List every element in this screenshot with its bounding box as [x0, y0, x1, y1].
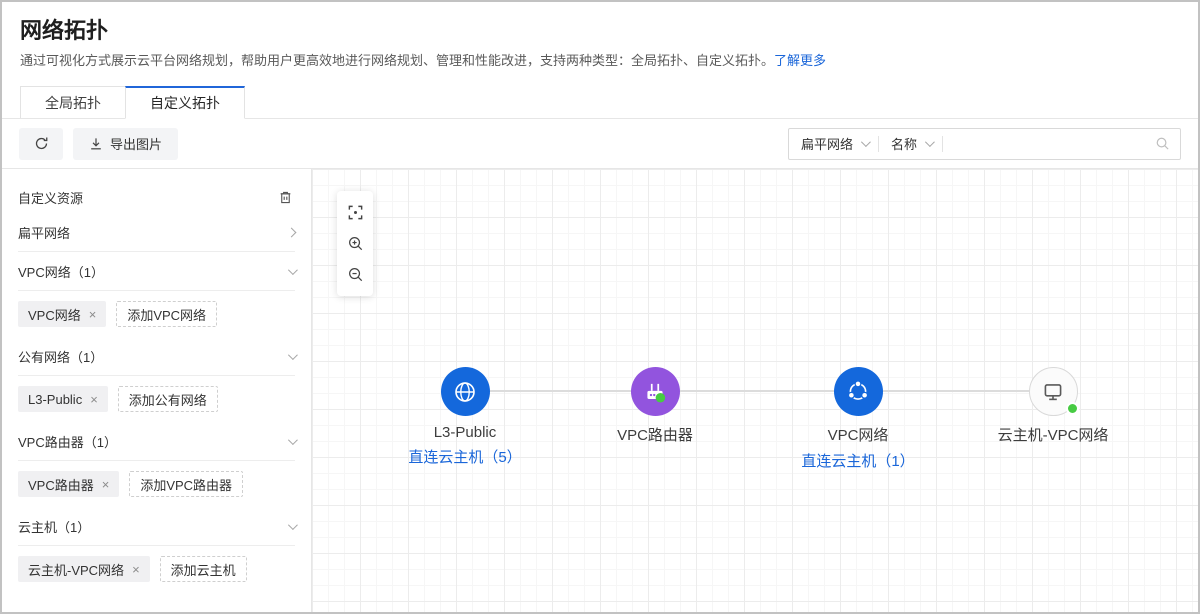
node-vpc-network: VPC网络 直连云主机（1）: [768, 367, 948, 471]
sidebar-section-flat-network[interactable]: 扁平网络: [18, 213, 295, 252]
section-items-public-network: L3-Public × 添加公有网络: [18, 376, 295, 422]
status-running-dot: [1066, 402, 1079, 415]
vm-node[interactable]: [1029, 367, 1078, 416]
router-icon: [642, 379, 668, 405]
page-description-text: 通过可视化方式展示云平台网络规划，帮助用户更高效地进行网络规划、管理和性能改进，…: [20, 53, 774, 68]
vm-monitor-icon: [1040, 379, 1066, 405]
tag-label: VPC网络: [28, 305, 81, 324]
chevron-down-icon: [288, 265, 298, 275]
add-vpc-router-button[interactable]: 添加VPC路由器: [129, 471, 243, 497]
public-network-node[interactable]: [441, 367, 490, 416]
node-vpc-router: VPC路由器: [565, 367, 745, 445]
toolbar-right: 扁平网络 名称: [788, 128, 1181, 160]
search-field-value: 名称: [891, 134, 917, 153]
tab-label: 全局拓扑: [45, 93, 101, 113]
export-image-label: 导出图片: [110, 134, 162, 153]
zoom-out-button[interactable]: [339, 259, 371, 290]
search-bar: 扁平网络 名称: [788, 128, 1181, 160]
resource-tag[interactable]: 云主机-VPC网络 ×: [18, 556, 150, 582]
tab-global-topology[interactable]: 全局拓扑: [20, 86, 126, 119]
node-vm: 云主机-VPC网络: [963, 367, 1143, 445]
tab-custom-topology[interactable]: 自定义拓扑: [125, 86, 245, 119]
chevron-down-icon: [288, 520, 298, 530]
tag-label: L3-Public: [28, 392, 82, 407]
sidebar-section-vpc-network[interactable]: VPC网络（1）: [18, 252, 295, 291]
chevron-right-icon: [287, 227, 297, 237]
tab-label: 自定义拓扑: [150, 93, 220, 113]
sidebar-title: 自定义资源: [18, 188, 83, 207]
tag-label: VPC路由器: [28, 475, 94, 494]
clear-resources-button[interactable]: [276, 188, 295, 207]
sidebar-section-vm[interactable]: 云主机（1）: [18, 507, 295, 546]
refresh-button[interactable]: [19, 128, 63, 160]
search-icon: [1155, 136, 1170, 151]
zoom-in-icon: [347, 235, 364, 252]
section-label: VPC路由器（1）: [18, 432, 117, 451]
node-label: 云主机-VPC网络: [998, 424, 1109, 445]
page-header: 网络拓扑 通过可视化方式展示云平台网络规划，帮助用户更高效地进行网络规划、管理和…: [2, 2, 1198, 69]
search-button[interactable]: [1145, 136, 1180, 151]
search-field-select[interactable]: 名称: [879, 129, 942, 159]
node-public-network: L3-Public 直连云主机（5）: [375, 367, 555, 467]
vpc-network-node[interactable]: [834, 367, 883, 416]
download-icon: [89, 137, 103, 151]
node-label: VPC路由器: [617, 424, 693, 445]
toolbar: 导出图片 扁平网络 名称: [2, 119, 1198, 169]
add-vpc-network-button[interactable]: 添加VPC网络: [116, 301, 217, 327]
chevron-down-icon: [288, 350, 298, 360]
resource-type-value: 扁平网络: [801, 134, 853, 153]
vpc-network-icon: [845, 379, 871, 405]
chevron-down-icon: [861, 137, 871, 147]
resource-type-select[interactable]: 扁平网络: [789, 129, 878, 159]
topology-canvas[interactable]: L3-Public 直连云主机（5） VPC路由器: [312, 169, 1198, 612]
vpc-router-node[interactable]: [631, 367, 680, 416]
add-vm-button[interactable]: 添加云主机: [160, 556, 247, 582]
attached-vm-link[interactable]: 直连云主机（5）: [408, 446, 521, 467]
fit-view-icon: [347, 204, 364, 221]
section-label: 云主机（1）: [18, 517, 90, 536]
sidebar-section-vpc-router[interactable]: VPC路由器（1）: [18, 422, 295, 461]
globe-icon: [452, 379, 478, 405]
page-title: 网络拓扑: [20, 16, 1178, 46]
remove-tag-icon[interactable]: ×: [90, 393, 98, 406]
tabbar: 全局拓扑 自定义拓扑: [2, 86, 1198, 119]
trash-icon: [278, 190, 293, 205]
canvas-zoom-controls: [337, 191, 373, 296]
search-input[interactable]: [943, 129, 1145, 159]
chevron-down-icon: [925, 137, 935, 147]
remove-tag-icon[interactable]: ×: [102, 478, 110, 491]
custom-resource-sidebar: 自定义资源 扁平网络 VPC网络（1） VPC网络: [2, 169, 312, 612]
zoom-in-button[interactable]: [339, 228, 371, 259]
section-items-vpc-network: VPC网络 × 添加VPC网络: [18, 291, 295, 337]
sidebar-header: 自定义资源: [18, 181, 295, 213]
resource-tag[interactable]: VPC网络 ×: [18, 301, 106, 327]
node-label: L3-Public: [434, 424, 497, 441]
zoom-out-icon: [347, 266, 364, 283]
tag-label: 云主机-VPC网络: [28, 560, 124, 579]
resource-tag[interactable]: L3-Public ×: [18, 386, 108, 412]
learn-more-link[interactable]: 了解更多: [774, 53, 826, 68]
content: 自定义资源 扁平网络 VPC网络（1） VPC网络: [2, 169, 1198, 612]
network-topology-page: 网络拓扑 通过可视化方式展示云平台网络规划，帮助用户更高效地进行网络规划、管理和…: [0, 0, 1200, 614]
export-image-button[interactable]: 导出图片: [73, 128, 178, 160]
refresh-icon: [34, 136, 49, 151]
section-label: 扁平网络: [18, 223, 70, 242]
sidebar-section-public-network[interactable]: 公有网络（1）: [18, 337, 295, 376]
remove-tag-icon[interactable]: ×: [132, 563, 140, 576]
resource-tag[interactable]: VPC路由器 ×: [18, 471, 119, 497]
page-description: 通过可视化方式展示云平台网络规划，帮助用户更高效地进行网络规划、管理和性能改进，…: [20, 53, 1178, 69]
section-items-vm: 云主机-VPC网络 × 添加云主机: [18, 546, 295, 592]
remove-tag-icon[interactable]: ×: [89, 308, 97, 321]
add-public-network-button[interactable]: 添加公有网络: [118, 386, 218, 412]
attached-vm-link[interactable]: 直连云主机（1）: [801, 450, 914, 471]
section-items-vpc-router: VPC路由器 × 添加VPC路由器: [18, 461, 295, 507]
fit-view-button[interactable]: [339, 197, 371, 228]
chevron-down-icon: [288, 435, 298, 445]
section-label: 公有网络（1）: [18, 347, 103, 366]
section-label: VPC网络（1）: [18, 262, 104, 281]
node-label: VPC网络: [828, 424, 889, 445]
